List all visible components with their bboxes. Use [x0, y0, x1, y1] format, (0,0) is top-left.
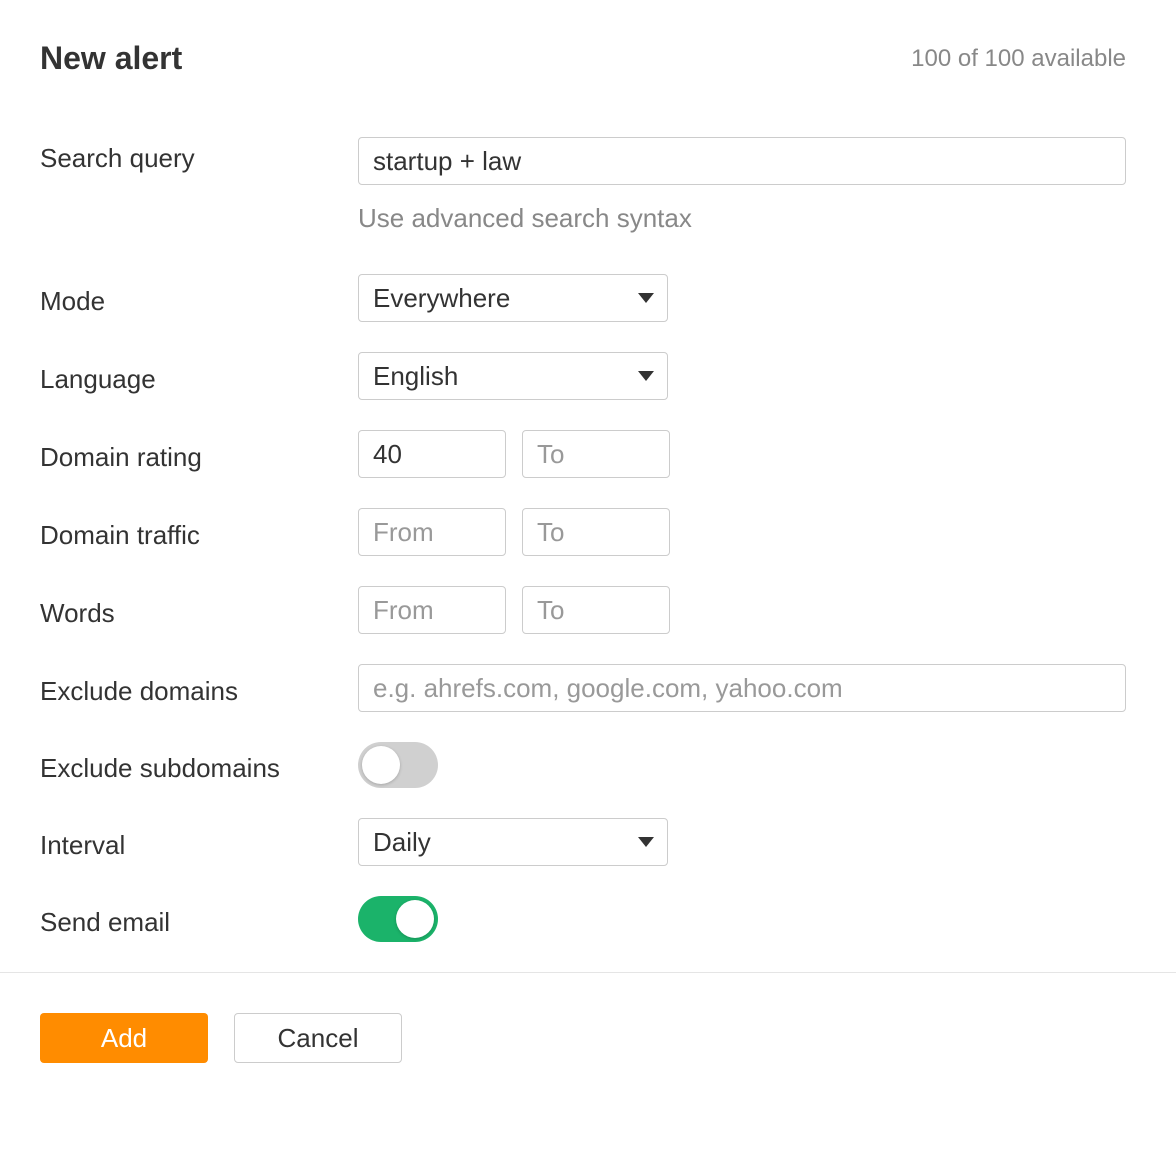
domain-rating-from-input[interactable]: [358, 430, 506, 478]
exclude-subdomains-toggle[interactable]: [358, 742, 438, 788]
domain-rating-label: Domain rating: [40, 436, 358, 473]
domain-traffic-from-input[interactable]: [358, 508, 506, 556]
exclude-subdomains-label: Exclude subdomains: [40, 747, 358, 784]
search-query-label: Search query: [40, 137, 358, 174]
words-from-input[interactable]: [358, 586, 506, 634]
domain-traffic-to-input[interactable]: [522, 508, 670, 556]
words-to-input[interactable]: [522, 586, 670, 634]
cancel-button[interactable]: Cancel: [234, 1013, 402, 1063]
interval-select[interactable]: Daily: [358, 818, 668, 866]
available-count: 100 of 100 available: [911, 45, 1126, 73]
add-button[interactable]: Add: [40, 1013, 208, 1063]
exclude-domains-label: Exclude domains: [40, 670, 358, 707]
search-query-input[interactable]: [358, 137, 1126, 185]
domain-rating-to-input[interactable]: [522, 430, 670, 478]
advanced-syntax-link[interactable]: Use advanced search syntax: [358, 203, 692, 234]
page-title: New alert: [40, 40, 182, 77]
language-label: Language: [40, 358, 358, 395]
header: New alert 100 of 100 available: [40, 40, 1126, 77]
words-label: Words: [40, 592, 358, 629]
footer: Add Cancel: [0, 972, 1176, 1103]
send-email-toggle[interactable]: [358, 896, 438, 942]
send-email-label: Send email: [40, 901, 358, 938]
exclude-domains-input[interactable]: [358, 664, 1126, 712]
mode-select[interactable]: Everywhere: [358, 274, 668, 322]
toggle-knob: [396, 900, 434, 938]
toggle-knob: [362, 746, 400, 784]
language-select[interactable]: English: [358, 352, 668, 400]
mode-label: Mode: [40, 280, 358, 317]
domain-traffic-label: Domain traffic: [40, 514, 358, 551]
interval-label: Interval: [40, 824, 358, 861]
